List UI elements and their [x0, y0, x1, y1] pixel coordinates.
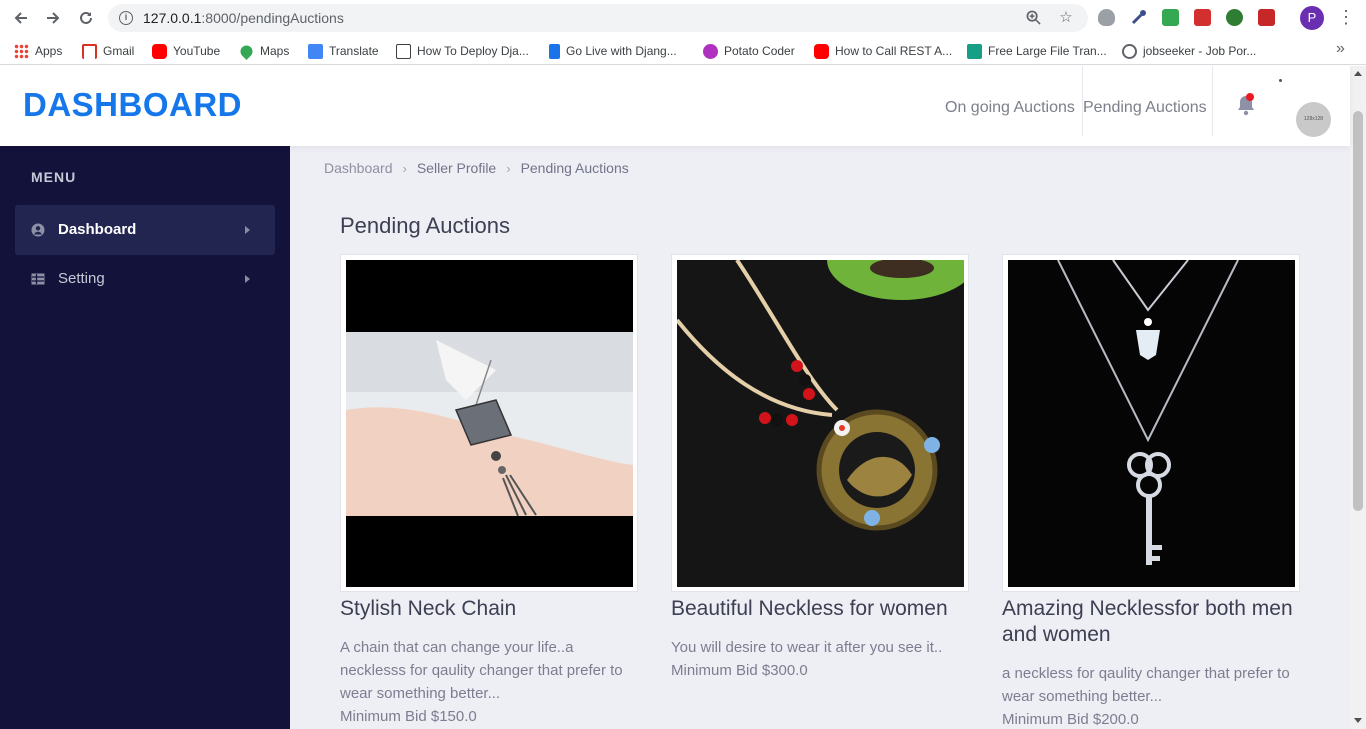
product-name[interactable]: Amazing Necklessfor both men and women — [1002, 596, 1300, 648]
minimum-bid: Minimum Bid $300.0 — [671, 662, 808, 679]
page-scrollbar[interactable] — [1350, 66, 1366, 729]
translate-icon — [308, 43, 323, 59]
browser-toolbar: i 127.0.0.1:8000/pendingAuctions ☆ P ⋮ — [0, 0, 1366, 36]
auction-card[interactable]: Beautiful Neckless for women You will de… — [671, 254, 969, 682]
bookmark-maps[interactable]: Maps — [238, 42, 289, 60]
bookmark-youtube[interactable]: YouTube — [152, 42, 220, 60]
breadcrumb: Dashboard › Seller Profile › Pending Auc… — [324, 160, 629, 176]
bookmark-apps[interactable]: Apps — [14, 42, 62, 60]
bookmark-translate[interactable]: Translate — [308, 42, 379, 60]
app-header: DASHBOARD On going Auctions Pending Auct… — [0, 66, 1350, 146]
sidebar-item-setting[interactable]: Setting — [15, 254, 275, 304]
nav-divider — [1212, 66, 1213, 136]
auction-card[interactable]: Stylish Neck Chain A chain that can chan… — [340, 254, 638, 728]
page-icon — [396, 43, 411, 59]
scroll-up-arrow-icon[interactable] — [1354, 71, 1362, 76]
nav-ongoing-auctions[interactable]: On going Auctions — [945, 99, 1075, 117]
product-description: A chain that can change your life..a nec… — [340, 639, 623, 702]
product-description: a neckless for qaulity changer that pref… — [1002, 665, 1290, 705]
product-image[interactable] — [1008, 260, 1295, 587]
bookmark-gmail[interactable]: Gmail — [82, 42, 134, 60]
sidebar-item-label: Setting — [58, 270, 105, 287]
forward-arrow-icon[interactable] — [42, 7, 64, 29]
nav-pending-auctions[interactable]: Pending Auctions — [1083, 99, 1207, 117]
auction-card[interactable]: Amazing Necklessfor both men and women a… — [1002, 254, 1300, 729]
more-bookmarks-icon[interactable]: » — [1336, 40, 1345, 58]
gmail-icon — [82, 43, 97, 59]
bookmark-star-icon[interactable]: ☆ — [1058, 10, 1074, 26]
product-image[interactable] — [677, 260, 964, 587]
menu-heading: MENU — [31, 169, 77, 185]
bookmark-jobseeker[interactable]: jobseeker - Job Por... — [1122, 42, 1256, 60]
apps-grid-icon — [14, 43, 29, 59]
address-bar[interactable]: i 127.0.0.1:8000/pendingAuctions ☆ — [108, 4, 1088, 32]
bookmarks-bar: Apps Gmail YouTube Maps Translate How To… — [0, 36, 1366, 65]
scrollbar-thumb[interactable] — [1353, 111, 1363, 511]
url-text: 127.0.0.1:8000/pendingAuctions — [143, 10, 344, 26]
breadcrumb-seller-profile[interactable]: Seller Profile — [417, 160, 496, 176]
page-title: Pending Auctions — [340, 213, 511, 238]
sidebar-item-dashboard[interactable]: Dashboard — [15, 205, 275, 255]
shield-extension-icon[interactable] — [1098, 9, 1115, 26]
breadcrumb-dashboard[interactable]: Dashboard — [324, 160, 393, 176]
status-dot — [1279, 79, 1282, 82]
globe-icon — [1122, 43, 1137, 59]
back-arrow-icon[interactable] — [10, 7, 32, 29]
eyedropper-extension-icon[interactable] — [1130, 9, 1147, 26]
media-extension-icon[interactable] — [1194, 9, 1211, 26]
bookmark-deploy-django[interactable]: How To Deploy Dja... — [396, 42, 529, 60]
brand-logo[interactable]: DASHBOARD — [23, 86, 242, 124]
profile-avatar[interactable]: P — [1300, 6, 1324, 30]
maps-pin-icon — [238, 42, 255, 60]
screenshot-extension-icon[interactable] — [1162, 9, 1179, 26]
browser-menu-icon[interactable]: ⋮ — [1337, 8, 1355, 26]
product-image-frame — [671, 254, 969, 592]
bookmark-icon — [549, 43, 560, 59]
product-image-frame — [340, 254, 638, 592]
avatar[interactable]: 128x128 — [1296, 102, 1331, 137]
zoom-icon[interactable] — [1025, 10, 1041, 26]
user-circle-icon — [31, 223, 45, 237]
product-image-frame — [1002, 254, 1300, 592]
chevron-right-icon — [245, 275, 250, 283]
breadcrumb-pending-auctions: Pending Auctions — [520, 160, 629, 176]
bookmark-call-rest[interactable]: How to Call REST A... — [814, 42, 952, 60]
youtube-icon — [152, 43, 167, 59]
product-description: You will desire to wear it after you see… — [671, 639, 943, 656]
bookmark-go-live-django[interactable]: Go Live with Djang... — [549, 42, 677, 60]
bookmark-potato-coder[interactable]: Potato Coder — [703, 42, 795, 60]
product-image[interactable] — [346, 260, 633, 587]
reload-icon[interactable] — [75, 7, 97, 29]
potato-coder-icon — [703, 43, 718, 59]
notification-badge — [1246, 93, 1254, 101]
chevron-right-icon — [245, 226, 250, 234]
minimum-bid: Minimum Bid $150.0 — [340, 708, 477, 725]
product-name[interactable]: Beautiful Neckless for women — [671, 596, 969, 622]
chevron-right-icon: › — [506, 160, 511, 176]
bookmark-file-transfer[interactable]: Free Large File Tran... — [967, 42, 1107, 60]
globe-extension-icon[interactable] — [1226, 9, 1243, 26]
chevron-right-icon: › — [402, 160, 407, 176]
sidebar: MENU Dashboard Setting — [0, 146, 290, 729]
file-transfer-icon — [967, 43, 982, 59]
sidebar-item-label: Dashboard — [58, 221, 137, 238]
product-name[interactable]: Stylish Neck Chain — [340, 596, 638, 622]
pdf-extension-icon[interactable] — [1258, 9, 1275, 26]
main-content: Dashboard › Seller Profile › Pending Auc… — [290, 146, 1350, 729]
youtube-icon — [814, 43, 829, 59]
scroll-down-arrow-icon[interactable] — [1354, 718, 1362, 723]
site-info-icon[interactable]: i — [119, 11, 133, 25]
minimum-bid: Minimum Bid $200.0 — [1002, 711, 1139, 728]
table-icon — [31, 273, 45, 285]
